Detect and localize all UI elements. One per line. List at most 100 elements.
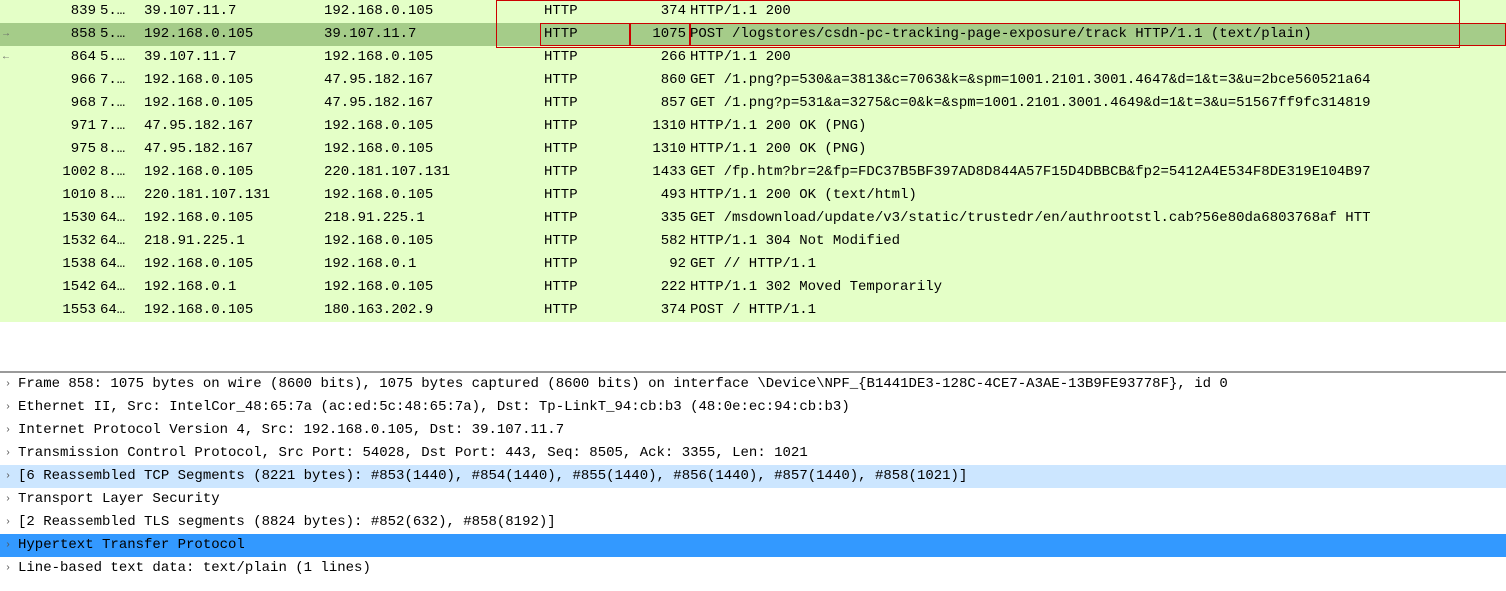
tree-row[interactable]: ›[6 Reassembled TCP Segments (8221 bytes…: [0, 465, 1506, 488]
packet-row[interactable]: ←8645.…39.107.11.7192.168.0.105HTTP266HT…: [0, 46, 1506, 69]
packet-row[interactable]: →8585.…192.168.0.10539.107.11.7HTTP1075P…: [0, 23, 1506, 46]
chevron-right-icon[interactable]: ›: [0, 557, 16, 580]
col-info: HTTP/1.1 200 OK (PNG): [690, 138, 1506, 161]
col-time: 5.…: [100, 23, 140, 46]
col-source: 192.168.0.105: [140, 69, 320, 92]
tree-row[interactable]: ›Transmission Control Protocol, Src Port…: [0, 442, 1506, 465]
tree-row[interactable]: ›Transport Layer Security: [0, 488, 1506, 511]
col-time: 5.…: [100, 46, 140, 69]
row-marker: [0, 299, 12, 322]
col-length: 493: [630, 184, 690, 207]
row-marker: [0, 161, 12, 184]
col-time: 64…: [100, 230, 140, 253]
col-time: 8.…: [100, 161, 140, 184]
col-protocol: HTTP: [540, 184, 630, 207]
col-info: HTTP/1.1 200 OK (text/html): [690, 184, 1506, 207]
col-info: GET /1.png?p=530&a=3813&c=7063&k=&spm=10…: [690, 69, 1506, 92]
packet-details-pane[interactable]: ›Frame 858: 1075 bytes on wire (8600 bit…: [0, 373, 1506, 580]
col-length: 374: [630, 0, 690, 23]
col-source: 192.168.0.105: [140, 299, 320, 322]
chevron-right-icon[interactable]: ›: [0, 419, 16, 442]
col-no: 971: [12, 115, 100, 138]
packet-list-pane[interactable]: 8395.…39.107.11.7192.168.0.105HTTP374HTT…: [0, 0, 1506, 373]
col-protocol: HTTP: [540, 23, 630, 46]
col-info: HTTP/1.1 304 Not Modified: [690, 230, 1506, 253]
chevron-right-icon[interactable]: ›: [0, 373, 16, 396]
tree-label: Internet Protocol Version 4, Src: 192.16…: [16, 419, 564, 442]
tree-row[interactable]: ›Ethernet II, Src: IntelCor_48:65:7a (ac…: [0, 396, 1506, 419]
col-length: 582: [630, 230, 690, 253]
row-marker: [0, 253, 12, 276]
col-length: 857: [630, 92, 690, 115]
col-time: 64…: [100, 253, 140, 276]
col-time: 7.…: [100, 92, 140, 115]
col-no: 1010: [12, 184, 100, 207]
chevron-right-icon[interactable]: ›: [0, 465, 16, 488]
tree-row[interactable]: ›[2 Reassembled TLS segments (8824 bytes…: [0, 511, 1506, 534]
packet-row[interactable]: 9667.…192.168.0.10547.95.182.167HTTP860G…: [0, 69, 1506, 92]
tree-label: Frame 858: 1075 bytes on wire (8600 bits…: [16, 373, 1228, 396]
row-marker: [0, 230, 12, 253]
chevron-right-icon[interactable]: ›: [0, 488, 16, 511]
col-destination: 218.91.225.1: [320, 207, 540, 230]
col-info: POST / HTTP/1.1: [690, 299, 1506, 322]
col-no: 968: [12, 92, 100, 115]
col-source: 218.91.225.1: [140, 230, 320, 253]
col-source: 47.95.182.167: [140, 115, 320, 138]
chevron-right-icon[interactable]: ›: [0, 534, 16, 557]
row-marker: →: [0, 23, 12, 46]
col-protocol: HTTP: [540, 0, 630, 23]
col-no: 1542: [12, 276, 100, 299]
col-time: 7.…: [100, 115, 140, 138]
tree-label: Transport Layer Security: [16, 488, 220, 511]
col-length: 1310: [630, 138, 690, 161]
col-no: 864: [12, 46, 100, 69]
col-destination: 220.181.107.131: [320, 161, 540, 184]
col-info: HTTP/1.1 200 OK (PNG): [690, 115, 1506, 138]
tree-row[interactable]: ›Internet Protocol Version 4, Src: 192.1…: [0, 419, 1506, 442]
col-length: 266: [630, 46, 690, 69]
row-marker: [0, 115, 12, 138]
packet-row[interactable]: 9687.…192.168.0.10547.95.182.167HTTP857G…: [0, 92, 1506, 115]
col-destination: 192.168.0.105: [320, 0, 540, 23]
packet-row[interactable]: 10108.…220.181.107.131192.168.0.105HTTP4…: [0, 184, 1506, 207]
col-source: 220.181.107.131: [140, 184, 320, 207]
col-destination: 39.107.11.7: [320, 23, 540, 46]
col-protocol: HTTP: [540, 230, 630, 253]
col-source: 39.107.11.7: [140, 0, 320, 23]
row-marker: [0, 184, 12, 207]
col-info: HTTP/1.1 200: [690, 0, 1506, 23]
tree-row[interactable]: ›Frame 858: 1075 bytes on wire (8600 bit…: [0, 373, 1506, 396]
col-length: 92: [630, 253, 690, 276]
col-info: GET /fp.htm?br=2&fp=FDC37B5BF397AD8D844A…: [690, 161, 1506, 184]
col-time: 5.…: [100, 0, 140, 23]
chevron-right-icon[interactable]: ›: [0, 511, 16, 534]
packet-row[interactable]: 8395.…39.107.11.7192.168.0.105HTTP374HTT…: [0, 0, 1506, 23]
col-length: 222: [630, 276, 690, 299]
tree-label: [6 Reassembled TCP Segments (8221 bytes)…: [16, 465, 967, 488]
col-destination: 192.168.0.1: [320, 253, 540, 276]
tree-row[interactable]: ›Line-based text data: text/plain (1 lin…: [0, 557, 1506, 580]
col-destination: 192.168.0.105: [320, 46, 540, 69]
packet-row[interactable]: 153064…192.168.0.105218.91.225.1HTTP335G…: [0, 207, 1506, 230]
col-length: 335: [630, 207, 690, 230]
packet-row[interactable]: 155364…192.168.0.105180.163.202.9HTTP374…: [0, 299, 1506, 322]
packet-row[interactable]: 10028.…192.168.0.105220.181.107.131HTTP1…: [0, 161, 1506, 184]
col-time: 64…: [100, 299, 140, 322]
chevron-right-icon[interactable]: ›: [0, 396, 16, 419]
chevron-right-icon[interactable]: ›: [0, 442, 16, 465]
tree-row[interactable]: ›Hypertext Transfer Protocol: [0, 534, 1506, 557]
row-marker: [0, 207, 12, 230]
col-time: 64…: [100, 276, 140, 299]
packet-row[interactable]: 9758.…47.95.182.167192.168.0.105HTTP1310…: [0, 138, 1506, 161]
tree-label: Ethernet II, Src: IntelCor_48:65:7a (ac:…: [16, 396, 850, 419]
col-info: GET /msdownload/update/v3/static/trusted…: [690, 207, 1506, 230]
col-source: 47.95.182.167: [140, 138, 320, 161]
col-length: 860: [630, 69, 690, 92]
packet-row[interactable]: 154264…192.168.0.1192.168.0.105HTTP222HT…: [0, 276, 1506, 299]
col-time: 8.…: [100, 138, 140, 161]
packet-row[interactable]: 153864…192.168.0.105192.168.0.1HTTP92GET…: [0, 253, 1506, 276]
packet-row[interactable]: 9717.…47.95.182.167192.168.0.105HTTP1310…: [0, 115, 1506, 138]
packet-row[interactable]: 153264…218.91.225.1192.168.0.105HTTP582H…: [0, 230, 1506, 253]
tree-label: Transmission Control Protocol, Src Port:…: [16, 442, 808, 465]
